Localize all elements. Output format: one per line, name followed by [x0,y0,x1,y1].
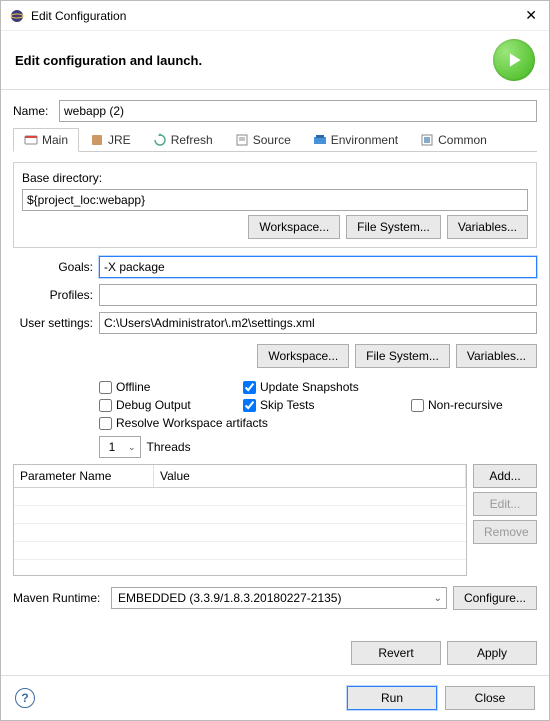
apply-button[interactable]: Apply [447,641,537,665]
profiles-label: Profiles: [13,288,93,302]
run-hero-icon [493,39,535,81]
variables-button-2[interactable]: Variables... [456,344,537,368]
revert-button[interactable]: Revert [351,641,441,665]
threads-spinner[interactable]: ⌄ [99,436,141,458]
window-title: Edit Configuration [31,9,519,23]
col-param-value[interactable]: Value [154,465,466,487]
goals-label: Goals: [13,260,93,274]
remove-button: Remove [473,520,537,544]
parameters-body[interactable] [14,488,466,575]
run-button[interactable]: Run [347,686,437,710]
tab-common[interactable]: Common [409,128,498,151]
workspace-button-2[interactable]: Workspace... [257,344,349,368]
close-button[interactable]: Close [445,686,535,710]
profiles-input[interactable] [99,284,537,306]
threads-label: Threads [147,440,191,454]
tab-main[interactable]: Main [13,128,79,152]
jre-tab-icon [90,133,104,147]
close-icon[interactable]: ✕ [519,7,543,24]
tab-jre[interactable]: JRE [79,128,142,151]
source-tab-icon [235,133,249,147]
update-snapshots-checkbox[interactable]: Update Snapshots [243,380,393,394]
edit-button: Edit... [473,492,537,516]
filesystem-button-2[interactable]: File System... [355,344,450,368]
debug-output-checkbox[interactable]: Debug Output [99,398,225,412]
name-label: Name: [13,104,53,118]
tab-environment[interactable]: Environment [302,128,409,151]
name-input[interactable] [59,100,537,122]
chevron-down-icon: ⌄ [434,593,442,604]
usersettings-label: User settings: [13,316,93,330]
refresh-tab-icon [153,133,167,147]
env-tab-icon [313,133,327,147]
skip-tests-checkbox[interactable]: Skip Tests [243,398,393,412]
main-tab-icon [24,133,38,147]
configure-button[interactable]: Configure... [453,586,537,610]
runtime-label: Maven Runtime: [13,591,105,605]
add-button[interactable]: Add... [473,464,537,488]
help-icon[interactable]: ? [15,688,35,708]
offline-checkbox[interactable]: Offline [99,380,225,394]
resolve-ws-checkbox[interactable]: Resolve Workspace artifacts [99,416,537,430]
base-dir-input[interactable] [22,189,528,211]
workspace-button[interactable]: Workspace... [248,215,340,239]
chevron-down-icon[interactable]: ⌄ [124,442,140,453]
goals-input[interactable] [99,256,537,278]
filesystem-button[interactable]: File System... [346,215,441,239]
non-recursive-checkbox[interactable]: Non-recursive [411,398,537,412]
base-dir-label: Base directory: [22,171,528,185]
tabs: Main JRE Refresh Source Environment Comm… [13,128,537,152]
base-dir-group: Base directory: Workspace... File System… [13,162,537,248]
tab-refresh[interactable]: Refresh [142,128,224,151]
parameters-table: Parameter Name Value [13,464,467,576]
usersettings-input[interactable] [99,312,537,334]
variables-button[interactable]: Variables... [447,215,528,239]
runtime-select[interactable]: EMBEDDED (3.3.9/1.8.3.20180227-2135) ⌄ [111,587,447,609]
common-tab-icon [420,133,434,147]
header-subtitle: Edit configuration and launch. [15,53,493,68]
tab-source[interactable]: Source [224,128,302,151]
eclipse-icon [9,8,25,24]
col-param-name[interactable]: Parameter Name [14,465,154,487]
